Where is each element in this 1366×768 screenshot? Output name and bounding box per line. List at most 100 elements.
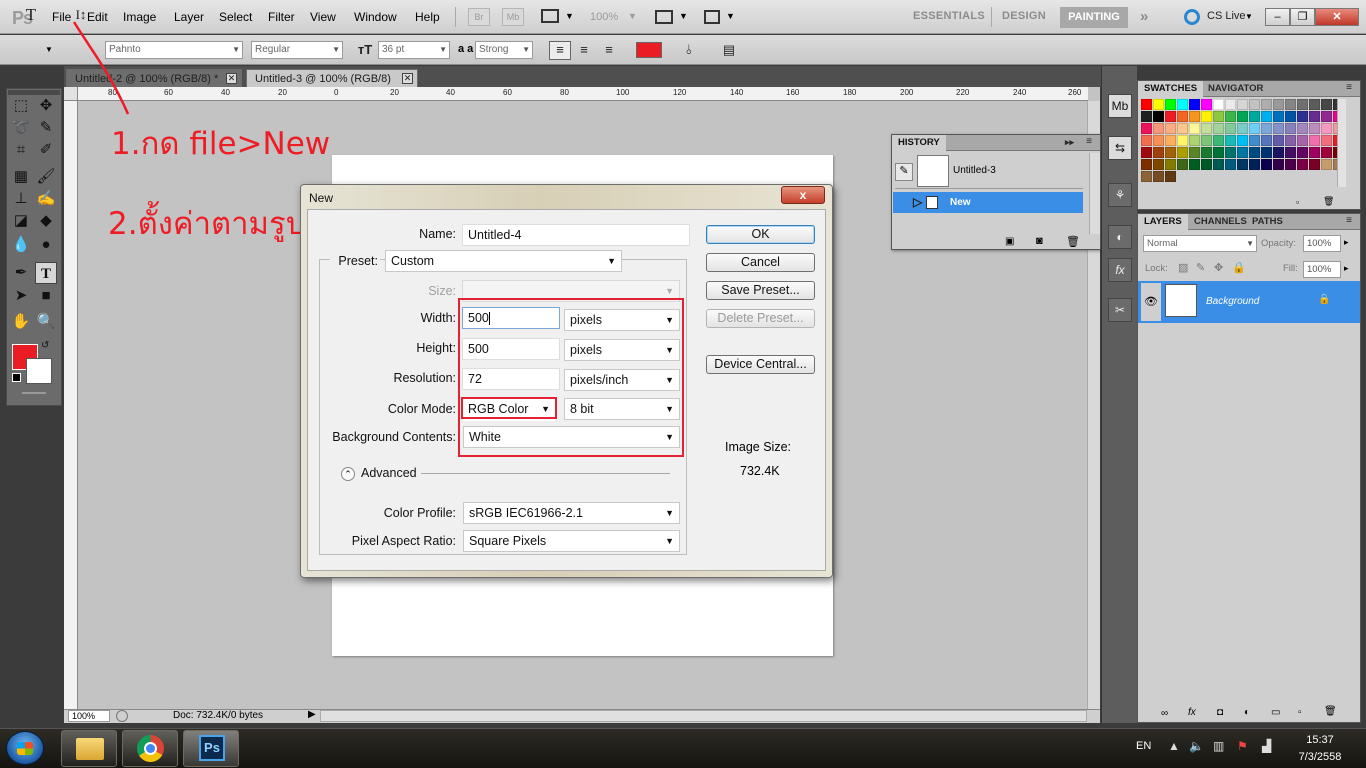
color-swatch[interactable]: [1225, 135, 1236, 146]
dodge-tool-icon[interactable]: ●: [35, 234, 57, 256]
color-swatch[interactable]: [1321, 123, 1332, 134]
horizontal-scrollbar[interactable]: [320, 710, 1087, 722]
eraser-tool-icon[interactable]: ◪: [10, 210, 32, 232]
mini-bridge-panel-icon[interactable]: Mb: [1108, 94, 1132, 118]
color-swatch[interactable]: [1249, 135, 1260, 146]
lock-position-icon[interactable]: ✥: [1214, 261, 1223, 274]
color-swatch[interactable]: [1213, 159, 1224, 170]
color-swatch[interactable]: [1321, 111, 1332, 122]
lock-pixels-icon[interactable]: ✎: [1196, 261, 1205, 274]
new-group-icon[interactable]: ▭: [1271, 707, 1280, 718]
tray-time[interactable]: 15:37: [1300, 734, 1340, 746]
color-swatch[interactable]: [1237, 147, 1248, 158]
color-swatch[interactable]: [1225, 159, 1236, 170]
color-swatch[interactable]: [1237, 159, 1248, 170]
color-swatch[interactable]: [1153, 123, 1164, 134]
warp-text-icon[interactable]: ⫰: [680, 42, 698, 58]
default-colors-icon[interactable]: [12, 373, 21, 382]
crop-tool-icon[interactable]: ⌗: [10, 139, 32, 161]
tab-channels[interactable]: CHANNELS: [1188, 214, 1253, 230]
lasso-tool-icon[interactable]: ➰: [10, 117, 32, 139]
horizontal-ruler[interactable]: 80 60 40 20 0 20 40 60 80 100 120 140 16…: [78, 87, 1088, 101]
tray-date[interactable]: 7/3/2558: [1290, 751, 1350, 763]
color-swatch[interactable]: [1177, 159, 1188, 170]
workspace-design[interactable]: DESIGN: [1002, 10, 1046, 22]
tray-devices-icon[interactable]: ▥: [1213, 739, 1224, 753]
lock-transparency-icon[interactable]: ▨: [1178, 261, 1188, 274]
color-swatch[interactable]: [1261, 147, 1272, 158]
color-profile-select[interactable]: sRGB IEC61966-2.1 ▼: [463, 502, 680, 524]
color-swatch[interactable]: [1141, 135, 1152, 146]
color-swatch[interactable]: [1237, 123, 1248, 134]
color-swatch[interactable]: [1189, 147, 1200, 158]
color-swatch[interactable]: [1225, 99, 1236, 110]
new-swatch-icon[interactable]: ▫: [1296, 197, 1299, 207]
color-swatch[interactable]: [1165, 123, 1176, 134]
type-tool-icon[interactable]: T: [35, 262, 57, 284]
quick-mask-icon[interactable]: [22, 392, 46, 394]
quick-selection-tool-icon[interactable]: ✎: [35, 117, 57, 139]
pen-tool-icon[interactable]: ✒: [10, 262, 32, 284]
align-left-icon[interactable]: ≡: [549, 41, 571, 60]
color-swatch[interactable]: [1189, 159, 1200, 170]
font-size-select[interactable]: 36 pt ▼: [378, 41, 450, 59]
color-swatch[interactable]: [1285, 99, 1296, 110]
hand-tool-icon[interactable]: ✋: [10, 311, 32, 333]
color-swatch[interactable]: [1165, 171, 1176, 182]
color-swatch[interactable]: [1141, 171, 1152, 182]
tray-expand-icon[interactable]: ▲: [1168, 739, 1180, 753]
color-swatch[interactable]: [1201, 147, 1212, 158]
color-swatch[interactable]: [1273, 135, 1284, 146]
color-swatch[interactable]: [1153, 111, 1164, 122]
history-brush-icon[interactable]: ✍: [35, 188, 57, 210]
save-preset-button[interactable]: Save Preset...: [706, 281, 815, 300]
character-panel-icon[interactable]: ▤: [720, 42, 738, 58]
color-swatch[interactable]: [1249, 123, 1260, 134]
color-swatch[interactable]: [1177, 99, 1188, 110]
lock-all-icon[interactable]: 🔒: [1232, 261, 1246, 274]
color-swatch[interactable]: [1201, 111, 1212, 122]
tray-action-center-icon[interactable]: ⚑: [1237, 739, 1248, 753]
color-swatch[interactable]: [1249, 99, 1260, 110]
type-tool-icon[interactable]: T: [22, 6, 40, 23]
color-swatch[interactable]: [1321, 135, 1332, 146]
dialog-close-button[interactable]: x: [781, 186, 825, 204]
color-swatch[interactable]: [1261, 111, 1272, 122]
blend-mode-select[interactable]: Normal ▼: [1143, 235, 1257, 252]
trash-icon[interactable]: 🗑: [1066, 235, 1080, 248]
color-swatch[interactable]: [1165, 159, 1176, 170]
collapse-icon[interactable]: ▸▸: [1065, 137, 1074, 148]
color-swatch[interactable]: [1309, 111, 1320, 122]
color-swatch[interactable]: [1261, 123, 1272, 134]
mini-bridge-button[interactable]: Mb: [502, 8, 524, 26]
color-swatch[interactable]: [1225, 111, 1236, 122]
status-menu-arrow-icon[interactable]: ▶: [308, 709, 316, 720]
link-layers-icon[interactable]: ∞: [1161, 708, 1168, 719]
tab-navigator[interactable]: NAVIGATOR: [1202, 81, 1269, 97]
view-extras-icon[interactable]: [541, 9, 559, 23]
minimize-icon[interactable]: –: [1265, 8, 1290, 26]
brush-presets-icon[interactable]: ⚘: [1108, 183, 1132, 207]
anti-alias-select[interactable]: Strong ▼: [475, 41, 533, 59]
styles-icon[interactable]: fx: [1108, 258, 1132, 282]
arrange-documents-icon[interactable]: [655, 10, 673, 24]
swatches-scrollbar[interactable]: [1337, 99, 1346, 187]
device-central-button[interactable]: Device Central...: [706, 355, 815, 374]
cs-live-icon[interactable]: [1184, 9, 1200, 25]
tab-swatches[interactable]: SWATCHES: [1138, 81, 1204, 97]
preset-select[interactable]: Custom ▼: [385, 250, 622, 272]
workspace-painting[interactable]: PAINTING: [1060, 7, 1128, 28]
panel-menu-icon[interactable]: ≡: [1346, 215, 1352, 226]
color-swatch[interactable]: [1165, 99, 1176, 110]
cancel-button[interactable]: Cancel: [706, 253, 815, 272]
panel-menu-icon[interactable]: ≡: [1346, 82, 1352, 93]
swap-colors-icon[interactable]: ↺: [41, 340, 49, 351]
color-swatch[interactable]: [1249, 159, 1260, 170]
path-selection-icon[interactable]: ➤: [10, 285, 32, 307]
color-swatch[interactable]: [1297, 147, 1308, 158]
history-panel-icon[interactable]: ⇆: [1108, 136, 1132, 160]
color-swatch[interactable]: [1309, 99, 1320, 110]
pixel-aspect-select[interactable]: Square Pixels ▼: [463, 530, 680, 552]
color-swatch[interactable]: [1201, 123, 1212, 134]
menu-filter[interactable]: Filter: [268, 10, 295, 24]
